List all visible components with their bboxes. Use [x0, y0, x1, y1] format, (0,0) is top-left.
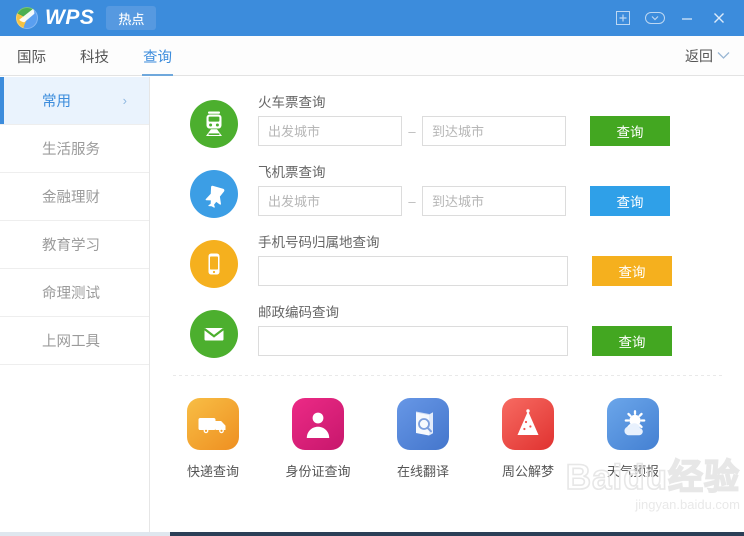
window-controls — [608, 4, 744, 32]
tab-technology-label: 科技 — [80, 49, 109, 66]
close-icon[interactable] — [704, 4, 734, 32]
shortcut-online-translate[interactable]: 在线翻译 — [389, 398, 457, 480]
phone-fields: 手机号码归属地查询 查询 — [258, 235, 672, 286]
sidebar-item-life-services-label: 生活服务 — [42, 142, 100, 158]
party-hat-icon — [502, 398, 554, 450]
back-button[interactable]: 返回 — [685, 36, 744, 75]
train-search-button[interactable]: 查询 — [590, 116, 670, 146]
flight-ticket-query-row: 飞机票查询 – 查询 — [190, 165, 744, 220]
minimize-icon[interactable] — [672, 4, 702, 32]
phone-location-query-row: 手机号码归属地查询 查询 — [190, 235, 744, 290]
phone-search-button[interactable]: 查询 — [592, 256, 672, 286]
square-plus-icon[interactable] — [608, 4, 638, 32]
shortcut-online-translate-label: 在线翻译 — [396, 464, 449, 479]
title-bar: WPS 热点 — [0, 0, 744, 36]
sidebar-item-internet-tools[interactable]: 上网工具 — [0, 317, 149, 365]
sidebar-item-finance-label: 金融理财 — [42, 190, 100, 206]
chevron-right-icon: › — [122, 93, 127, 108]
sidebar-item-education-label: 教育学习 — [42, 238, 100, 254]
sidebar-item-common-label: 常用 — [42, 94, 71, 110]
flight-search-button[interactable]: 查询 — [590, 186, 670, 216]
tab-international[interactable]: 国际 — [0, 36, 63, 76]
book-search-icon — [397, 398, 449, 450]
mobile-phone-icon — [190, 240, 238, 288]
shortcut-express-query-label: 快递查询 — [186, 464, 239, 479]
taskbar-strip — [0, 532, 744, 536]
category-nav-bar: 国际 科技 查询 返回 — [0, 36, 744, 76]
sun-cloud-icon — [607, 398, 659, 450]
flight-fields: 飞机票查询 – 查询 — [258, 165, 670, 216]
shortcut-weather-forecast[interactable]: 天气预报 — [599, 398, 667, 480]
postcode-search-button[interactable]: 查询 — [592, 326, 672, 356]
tab-technology[interactable]: 科技 — [63, 36, 126, 76]
shortcut-express-query[interactable]: 快递查询 — [179, 398, 247, 480]
tab-international-label: 国际 — [17, 49, 46, 66]
shortcut-weather-forecast-label: 天气预报 — [606, 464, 659, 479]
category-sidebar: 常用 › 生活服务 金融理财 教育学习 命理测试 上网工具 — [0, 77, 150, 536]
query-panel: 火车票查询 – 查询 飞机票查询 — [151, 77, 744, 536]
sidebar-item-finance[interactable]: 金融理财 — [0, 173, 149, 221]
shortcut-id-card-query[interactable]: 身份证查询 — [284, 398, 352, 480]
id-person-icon — [292, 398, 344, 450]
shortcut-dream-interpretation-label: 周公解梦 — [501, 464, 554, 479]
tab-query[interactable]: 查询 — [126, 36, 189, 76]
delivery-truck-icon — [187, 398, 239, 450]
train-departure-input[interactable] — [258, 116, 402, 146]
wps-hotspot-window: WPS 热点 国际 科技 查询 返回 常用 › 生活服务 金融理财 教育学习 命… — [0, 0, 744, 536]
train-range-dash: – — [408, 123, 416, 139]
watermark-sub-text: jingyan.baidu.com — [635, 497, 740, 512]
postcode-input[interactable] — [258, 326, 568, 356]
sidebar-item-fortune[interactable]: 命理测试 — [0, 269, 149, 317]
postcode-query-title: 邮政编码查询 — [258, 305, 339, 320]
query-forms: 火车票查询 – 查询 飞机票查询 — [151, 77, 744, 360]
flight-departure-input[interactable] — [258, 186, 402, 216]
sidebar-item-education[interactable]: 教育学习 — [0, 221, 149, 269]
airplane-icon — [190, 170, 238, 218]
shortcut-dream-interpretation[interactable]: 周公解梦 — [494, 398, 562, 480]
back-button-label: 返回 — [685, 47, 713, 64]
train-ticket-query-row: 火车票查询 – 查询 — [190, 95, 744, 150]
wps-logo-icon — [16, 7, 38, 29]
flight-range-dash: – — [408, 193, 416, 209]
train-arrival-input[interactable] — [422, 116, 566, 146]
hotspot-tab[interactable]: 热点 — [106, 6, 157, 30]
shortcut-grid: 快递查询 身份证查询 在线翻译 周公解梦 天气预报 — [151, 376, 744, 480]
phone-location-query-title: 手机号码归属地查询 — [258, 235, 380, 250]
wps-brand-text: WPS — [45, 6, 95, 29]
chevron-down-icon — [717, 51, 730, 60]
postcode-fields: 邮政编码查询 查询 — [258, 305, 672, 356]
phone-number-input[interactable] — [258, 256, 568, 286]
envelope-icon — [190, 310, 238, 358]
flight-ticket-query-title: 飞机票查询 — [258, 165, 326, 180]
sidebar-item-common[interactable]: 常用 › — [0, 77, 149, 125]
shortcut-id-card-query-label: 身份证查询 — [285, 464, 351, 479]
sidebar-item-life-services[interactable]: 生活服务 — [0, 125, 149, 173]
train-ticket-query-title: 火车票查询 — [258, 95, 326, 110]
sidebar-item-fortune-label: 命理测试 — [42, 286, 100, 302]
oval-chevron-down-icon[interactable] — [640, 4, 670, 32]
train-icon — [190, 100, 238, 148]
postcode-query-row: 邮政编码查询 查询 — [190, 305, 744, 360]
train-fields: 火车票查询 – 查询 — [258, 95, 670, 146]
sidebar-item-internet-tools-label: 上网工具 — [42, 334, 100, 350]
tab-query-label: 查询 — [143, 49, 172, 66]
flight-arrival-input[interactable] — [422, 186, 566, 216]
